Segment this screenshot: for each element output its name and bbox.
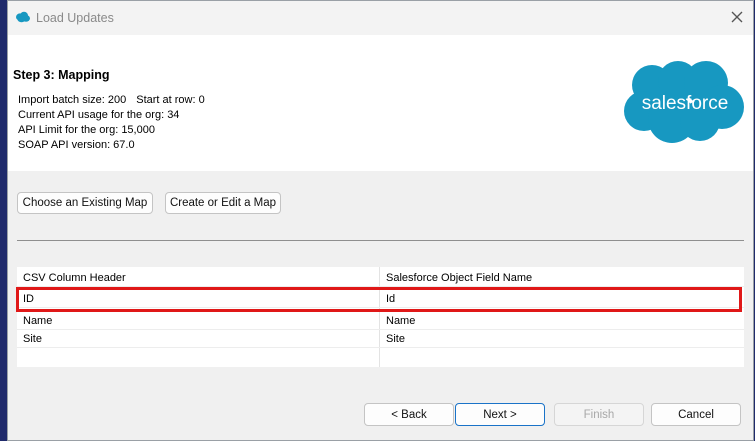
api-limit-text: API Limit for the org: 15,000 bbox=[18, 124, 155, 136]
close-icon[interactable] bbox=[729, 9, 745, 25]
salesforce-field-header: Salesforce Object Field Name bbox=[386, 272, 533, 284]
api-usage-text: Current API usage for the org: 34 bbox=[18, 109, 180, 121]
mapping-table: CSV Column Header Salesforce Object Fiel… bbox=[17, 267, 744, 367]
csv-cell: Site bbox=[23, 333, 42, 345]
csv-column-header: CSV Column Header bbox=[23, 272, 126, 284]
cancel-button[interactable]: Cancel bbox=[651, 403, 741, 426]
field-cell: Site bbox=[386, 333, 405, 345]
field-cell: Name bbox=[386, 315, 416, 327]
table-row[interactable]: Site Site bbox=[17, 330, 744, 348]
csv-cell: ID bbox=[23, 293, 34, 305]
batch-size-text: Import batch size: 200 bbox=[18, 94, 127, 106]
table-row[interactable]: Name Name bbox=[17, 312, 744, 330]
create-edit-map-button[interactable]: Create or Edit a Map bbox=[165, 192, 281, 214]
salesforce-cloud-icon bbox=[16, 11, 30, 23]
table-row[interactable]: ID Id bbox=[17, 290, 744, 308]
csv-cell: Name bbox=[23, 315, 53, 327]
logo-text: salesforce bbox=[642, 93, 729, 114]
choose-existing-map-button[interactable]: Choose an Existing Map bbox=[17, 192, 153, 214]
next-button[interactable]: Next > bbox=[455, 403, 545, 426]
table-header-row: CSV Column Header Salesforce Object Fiel… bbox=[17, 269, 744, 287]
start-row-text: Start at row: 0 bbox=[136, 94, 205, 106]
window-title: Load Updates bbox=[36, 11, 114, 25]
finish-button[interactable]: Finish bbox=[554, 403, 644, 426]
salesforce-logo: salesforce bbox=[624, 61, 744, 143]
org-info: Import batch size: 200 Start at row: 0 Cu… bbox=[18, 93, 205, 153]
field-cell: Id bbox=[386, 293, 396, 305]
step-title: Step 3: Mapping bbox=[13, 68, 110, 82]
load-updates-window: Load Updates Step 3: Mapping Import batc… bbox=[7, 0, 754, 441]
divider bbox=[17, 240, 744, 241]
wizard-header: Step 3: Mapping Import batch size: 200 St… bbox=[8, 35, 753, 171]
back-button[interactable]: < Back bbox=[364, 403, 454, 426]
soap-version-text: SOAP API version: 67.0 bbox=[18, 139, 135, 151]
title-bar: Load Updates bbox=[8, 1, 753, 35]
